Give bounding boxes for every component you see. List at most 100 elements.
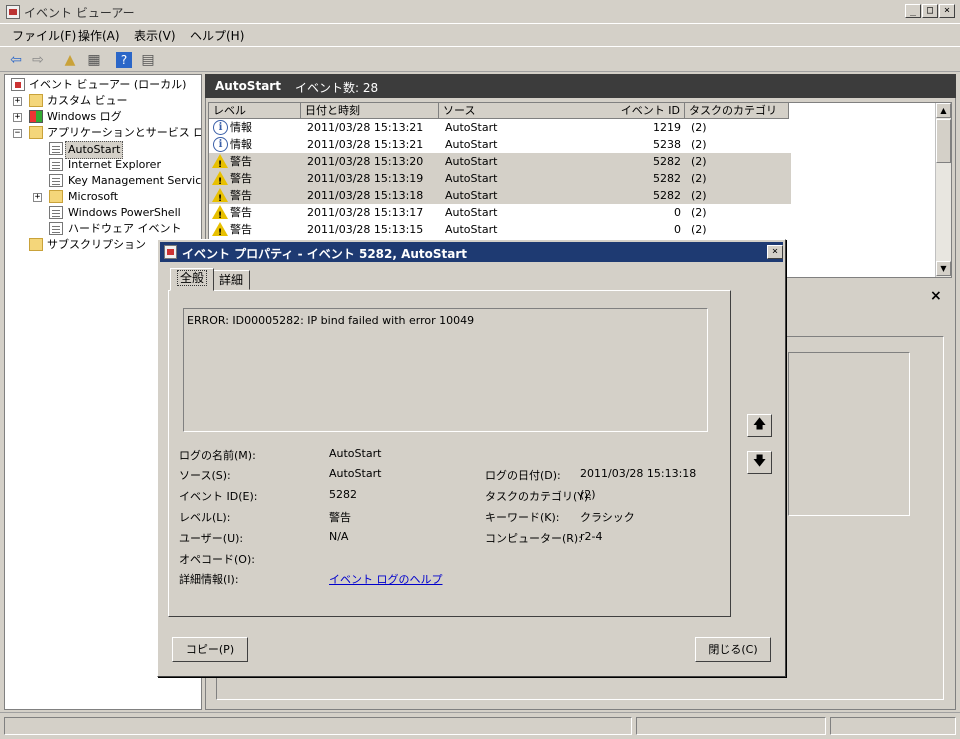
minimize-button[interactable]: _ — [905, 4, 921, 18]
tree-item-internet-explorer[interactable]: Internet Explorer — [7, 157, 201, 173]
tree-item-key-management-service[interactable]: Key Management Service — [7, 173, 201, 189]
value-computer: r2-4 — [580, 530, 603, 543]
up-folder-icon[interactable]: ▲ — [60, 51, 80, 69]
tree-item-windows-logs[interactable]: + Windows ログ — [7, 109, 197, 125]
cell-level: 情報 — [230, 121, 252, 134]
scroll-down-arrow-icon[interactable]: ▼ — [936, 261, 951, 276]
column-header-event-id[interactable]: イベント ID — [585, 103, 685, 119]
column-header-level[interactable]: レベル — [209, 103, 301, 119]
table-row[interactable]: 警告 2011/03/28 15:13:20 AutoStart 5282 (2… — [209, 153, 791, 174]
status-bar — [0, 712, 960, 739]
cell-event-id: 5282 — [653, 189, 681, 202]
cell-datetime: 2011/03/28 15:13:17 — [307, 206, 424, 219]
close-preview-icon[interactable]: × — [930, 288, 942, 304]
value-task-category: (2) — [580, 488, 596, 501]
value-source: AutoStart — [329, 467, 382, 480]
scrollbar-thumb[interactable] — [936, 119, 951, 163]
event-list-scrollbar[interactable]: ▲ ▼ — [935, 103, 951, 277]
tree-item-label: イベント ビューアー (ローカル) — [29, 78, 187, 91]
menu-file[interactable]: ファイル(F) — [8, 27, 80, 44]
event-properties-icon — [164, 245, 177, 259]
log-icon — [49, 206, 63, 219]
forward-arrow-icon[interactable]: ⇨ — [28, 51, 48, 69]
cell-category: (2) — [691, 223, 707, 236]
event-log-help-link[interactable]: イベント ログのヘルプ — [329, 571, 443, 587]
status-segment — [830, 717, 956, 735]
tab-label: 詳細 — [219, 273, 244, 287]
cell-level: 警告 — [230, 206, 252, 219]
tree-item-windows-powershell[interactable]: Windows PowerShell — [7, 205, 201, 221]
cell-category: (2) — [691, 206, 707, 219]
cell-level: 警告 — [230, 223, 252, 236]
tree-item-microsoft[interactable]: + Microsoft — [7, 189, 201, 205]
tab-general[interactable]: 全般 — [170, 268, 215, 291]
dialog-titlebar[interactable]: イベント プロパティ - イベント 5282, AutoStart × — [160, 242, 783, 262]
warning-icon — [212, 222, 228, 242]
back-arrow-icon[interactable]: ⇦ — [6, 51, 26, 69]
log-icon — [49, 142, 63, 155]
open-folder-icon — [29, 126, 43, 139]
help-icon[interactable]: ? — [116, 52, 132, 68]
log-icon — [49, 174, 63, 187]
folder-icon — [49, 190, 63, 203]
table-row[interactable]: 警告 2011/03/28 15:13:18 AutoStart 5282 (2… — [209, 187, 791, 208]
tree-item-hardware-events[interactable]: ハードウェア イベント — [7, 221, 201, 237]
menu-action[interactable]: 操作(A) — [74, 27, 124, 44]
value-event-id: 5282 — [329, 488, 357, 501]
tree-item-label: Windows ログ — [47, 110, 122, 123]
windows-logs-icon — [29, 110, 43, 123]
cell-category: (2) — [691, 121, 707, 134]
tree-item-custom-views[interactable]: + カスタム ビュー — [7, 93, 197, 109]
table-row[interactable]: i 情報 2011/03/28 15:13:21 AutoStart 5238 … — [209, 136, 791, 153]
menubar: ファイル(F) 操作(A) 表示(V) ヘルプ(H) — [0, 25, 960, 45]
tree-item-app-services-logs[interactable]: − アプリケーションとサービス ログ — [7, 125, 201, 141]
tree-item-label: カスタム ビュー — [47, 94, 128, 107]
log-icon — [49, 158, 63, 171]
cell-datetime: 2011/03/28 15:13:18 — [307, 189, 424, 202]
show-hide-tree-icon[interactable]: ▦ — [84, 51, 104, 69]
dialog-close-icon[interactable]: × — [767, 245, 783, 259]
value-logged: 2011/03/28 15:13:18 — [580, 467, 697, 480]
warning-icon — [212, 188, 228, 208]
expand-plus-icon[interactable]: + — [13, 113, 22, 122]
event-message-box[interactable]: ERROR: ID00005282: IP bind failed with e… — [183, 308, 708, 432]
cell-event-id: 5238 — [653, 138, 681, 151]
toolbar: ⇦ ⇨ ▲ ▦ ? ▤ — [0, 46, 960, 72]
next-event-button[interactable]: 🡇 — [747, 451, 772, 474]
label-user: ユーザー(U): — [179, 532, 244, 545]
previous-event-button[interactable]: 🡅 — [747, 414, 772, 437]
warning-icon — [212, 171, 228, 191]
cell-source: AutoStart — [445, 138, 498, 151]
info-icon: i — [213, 137, 228, 152]
close-window-button[interactable]: × — [939, 4, 955, 18]
copy-button[interactable]: コピー(P) — [172, 637, 248, 662]
window-title: イベント ビューアー — [24, 6, 135, 20]
table-row[interactable]: 警告 2011/03/28 15:13:15 AutoStart 0 (2) — [209, 221, 791, 242]
close-button[interactable]: 閉じる(C) — [695, 637, 771, 662]
menu-help[interactable]: ヘルプ(H) — [186, 27, 248, 44]
warning-icon — [212, 154, 228, 174]
maximize-button[interactable]: □ — [922, 4, 938, 18]
column-header-task-category[interactable]: タスクのカテゴリ — [685, 103, 789, 119]
table-row[interactable]: i 情報 2011/03/28 15:13:21 AutoStart 1219 … — [209, 119, 791, 136]
tab-details[interactable]: 詳細 — [212, 270, 251, 290]
scroll-up-arrow-icon[interactable]: ▲ — [936, 103, 951, 118]
main-titlebar: イベント ビューアー _ □ × — [0, 0, 960, 24]
tree-item-label: Internet Explorer — [68, 158, 161, 171]
properties-pane-icon[interactable]: ▤ — [138, 51, 158, 69]
cell-level: 警告 — [230, 189, 252, 202]
cell-source: AutoStart — [445, 206, 498, 219]
expand-plus-icon[interactable]: + — [33, 193, 42, 202]
cell-event-id: 0 — [674, 223, 681, 236]
collapse-minus-icon[interactable]: − — [13, 129, 22, 138]
tree-item-autostart[interactable]: AutoStart — [7, 141, 201, 159]
expand-plus-icon[interactable]: + — [13, 97, 22, 106]
value-keywords: クラシック — [580, 511, 635, 524]
info-icon: i — [213, 120, 228, 135]
cell-event-id: 1219 — [653, 121, 681, 134]
menu-view[interactable]: 表示(V) — [130, 27, 180, 44]
table-row[interactable]: 警告 2011/03/28 15:13:19 AutoStart 5282 (2… — [209, 170, 791, 191]
tree-item-label: Windows PowerShell — [68, 206, 181, 219]
table-row[interactable]: 警告 2011/03/28 15:13:17 AutoStart 0 (2) — [209, 204, 791, 225]
column-header-datetime[interactable]: 日付と時刻 — [301, 103, 439, 119]
